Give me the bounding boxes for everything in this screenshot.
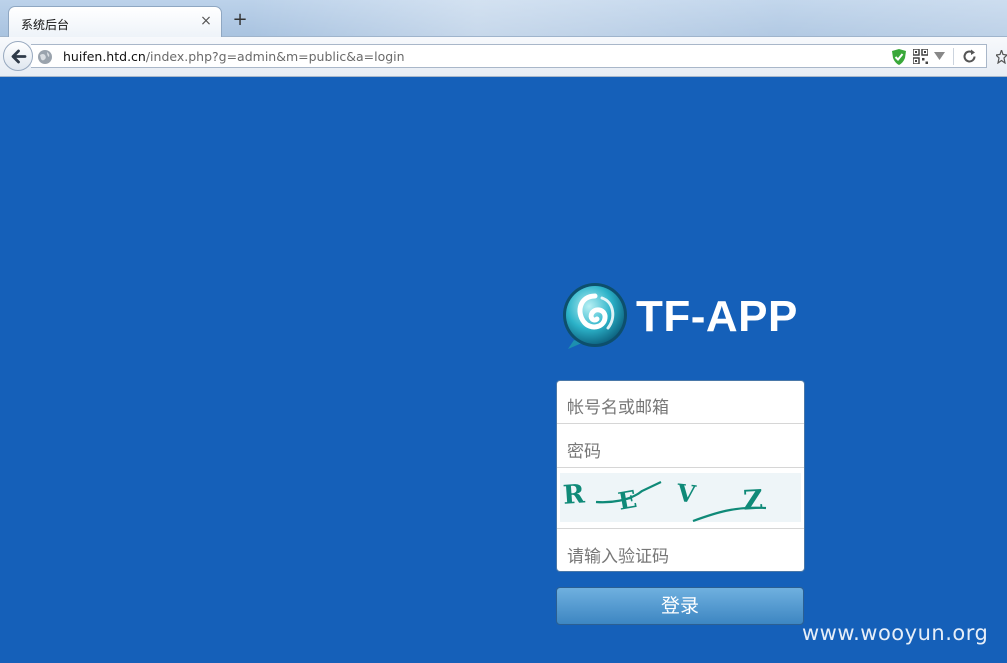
new-tab-button[interactable]: +: [231, 11, 249, 29]
navigation-toolbar: huifen.htd.cn/index.php?g=admin&m=public…: [0, 37, 1007, 77]
captcha-input[interactable]: 请输入验证码: [557, 530, 804, 571]
login-button[interactable]: 登录: [556, 587, 804, 625]
bookmark-star-icon[interactable]: [996, 50, 1007, 64]
tab-strip: 系统后台 × +: [0, 0, 1007, 37]
captcha-placeholder: 请输入验证码: [567, 547, 669, 567]
username-placeholder: 帐号名或邮箱: [567, 398, 669, 418]
url-text[interactable]: huifen.htd.cn/index.php?g=admin&m=public…: [63, 49, 405, 64]
password-placeholder: 密码: [567, 442, 601, 462]
login-form: 帐号名或邮箱 密码 R E V Z 请输入验证码: [556, 380, 805, 572]
arrow-left-icon: [11, 49, 27, 64]
url-path: /index.php?g=admin&m=public&a=login: [145, 49, 405, 64]
username-field[interactable]: 帐号名或邮箱: [557, 381, 804, 424]
app-logo: TF-APP: [560, 282, 800, 352]
qr-code-icon[interactable]: [913, 49, 928, 64]
captcha-char: Z: [742, 485, 763, 517]
captcha-char: R: [562, 479, 586, 510]
logo-emblem-icon: [563, 283, 627, 349]
url-host: huifen.htd.cn: [63, 49, 146, 64]
captcha-row: R E V Z: [557, 468, 804, 529]
globe-icon: [38, 50, 52, 64]
back-button[interactable]: [3, 41, 33, 71]
chevron-down-icon[interactable]: [934, 52, 945, 60]
close-icon[interactable]: ×: [199, 13, 213, 29]
tab-strip-background: [250, 0, 1007, 36]
watermark-text: www.wooyun.org: [802, 621, 989, 645]
browser-tab-active[interactable]: 系统后台 ×: [8, 6, 222, 37]
captcha-image[interactable]: R E V Z: [560, 473, 801, 522]
url-bar-divider: [953, 48, 954, 65]
shield-icon[interactable]: [891, 48, 907, 66]
password-field[interactable]: 密码: [557, 425, 804, 468]
address-bar[interactable]: huifen.htd.cn/index.php?g=admin&m=public…: [31, 44, 987, 68]
captcha-char: V: [674, 478, 697, 509]
reload-icon[interactable]: [962, 49, 977, 64]
tab-title: 系统后台: [21, 18, 70, 32]
logo-text: TF-APP: [636, 292, 798, 341]
